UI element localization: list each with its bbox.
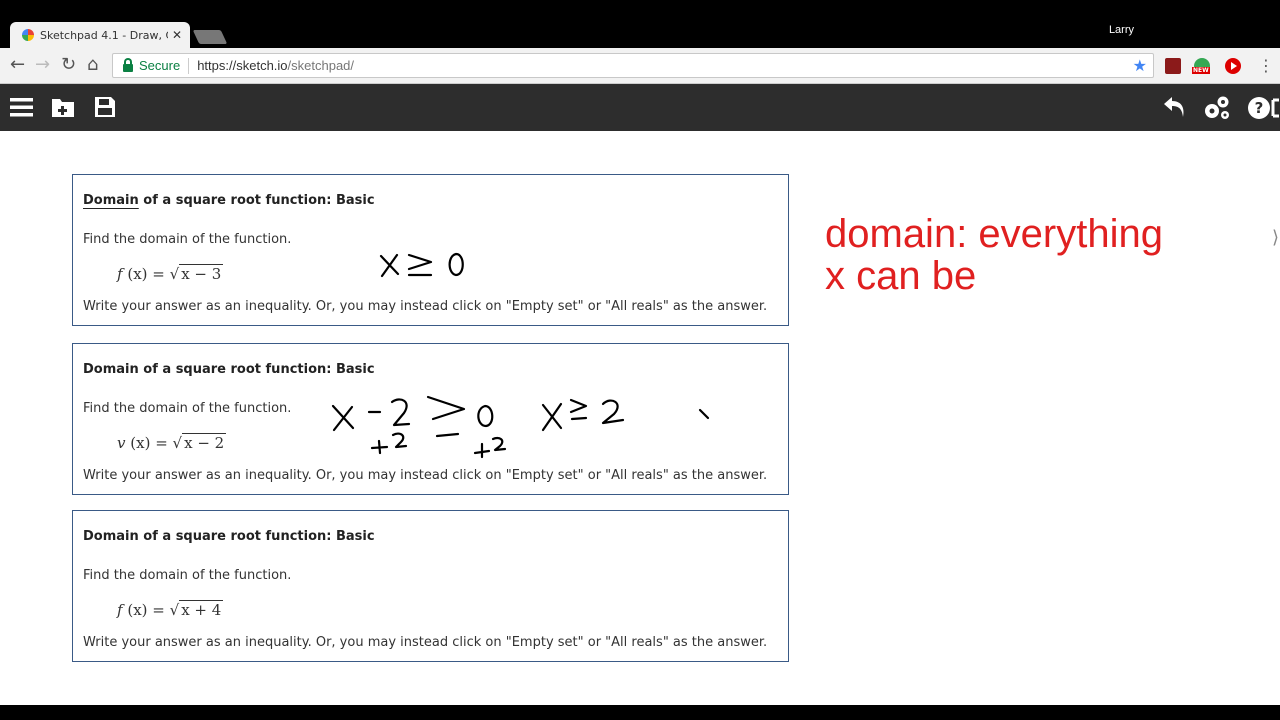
tab-title: Sketchpad 4.1 - Draw, Cr <box>40 28 168 42</box>
secure-label: Secure <box>139 58 181 73</box>
forward-button[interactable]: → <box>35 56 50 74</box>
folder-add-icon[interactable] <box>51 96 75 118</box>
sketch-canvas[interactable]: Domain of a square root function: Basic … <box>0 131 1280 705</box>
new-tab-button[interactable] <box>192 30 228 44</box>
resize-handle-icon[interactable]: ⟩ <box>1272 227 1279 248</box>
annotation-line-2: x can be <box>825 254 977 298</box>
browser-tab-strip: Sketchpad 4.1 - Draw, Cr ✕ Larry <box>0 0 1280 48</box>
undo-icon[interactable] <box>1163 95 1187 119</box>
url-path: /sketchpad/ <box>287 58 355 73</box>
menu-icon[interactable] <box>10 97 33 117</box>
new-badge: NEW <box>1192 67 1210 74</box>
help-icon[interactable]: ? <box>1248 96 1280 120</box>
reload-button[interactable]: ↻ <box>61 56 76 74</box>
omnibox-divider <box>188 57 190 74</box>
home-button[interactable]: ⌂ <box>87 56 98 74</box>
address-bar[interactable]: Secure https://sketch.io/sketchpad/ ★ <box>112 53 1154 78</box>
handwritten-work-2 <box>331 395 507 459</box>
sketchpad-app-bar: ? <box>0 84 1280 131</box>
annotation-line-1: domain: everything <box>825 212 1163 256</box>
lock-icon <box>123 57 133 72</box>
film-extension-icon[interactable] <box>1165 58 1181 74</box>
back-button[interactable]: ← <box>10 56 25 74</box>
handwritten-answer-2 <box>541 398 710 432</box>
url-host: https://sketch.io <box>197 58 288 73</box>
save-icon[interactable] <box>94 96 116 118</box>
browser-menu-icon[interactable]: ⋮ <box>1258 56 1274 75</box>
handwritten-answer-1 <box>379 252 464 278</box>
settings-icon[interactable] <box>1203 95 1231 121</box>
extension-new-icon[interactable]: NEW <box>1192 58 1210 74</box>
url-text[interactable]: https://sketch.io/sketchpad/ <box>197 58 1132 73</box>
annotation-text: domain: everything x can be <box>825 213 1163 297</box>
bottom-bar <box>0 705 1280 720</box>
svg-text:?: ? <box>1255 99 1264 117</box>
profile-name[interactable]: Larry <box>1109 24 1134 36</box>
browser-tab[interactable]: Sketchpad 4.1 - Draw, Cr ✕ <box>10 22 190 48</box>
chrome-favicon-icon <box>22 29 34 41</box>
play-extension-icon[interactable] <box>1225 58 1241 74</box>
browser-toolbar: ← → ↻ ⌂ Secure https://sketch.io/sketchp… <box>0 48 1280 84</box>
bookmark-star-icon[interactable]: ★ <box>1133 56 1147 75</box>
tab-close-icon[interactable]: ✕ <box>172 28 182 42</box>
